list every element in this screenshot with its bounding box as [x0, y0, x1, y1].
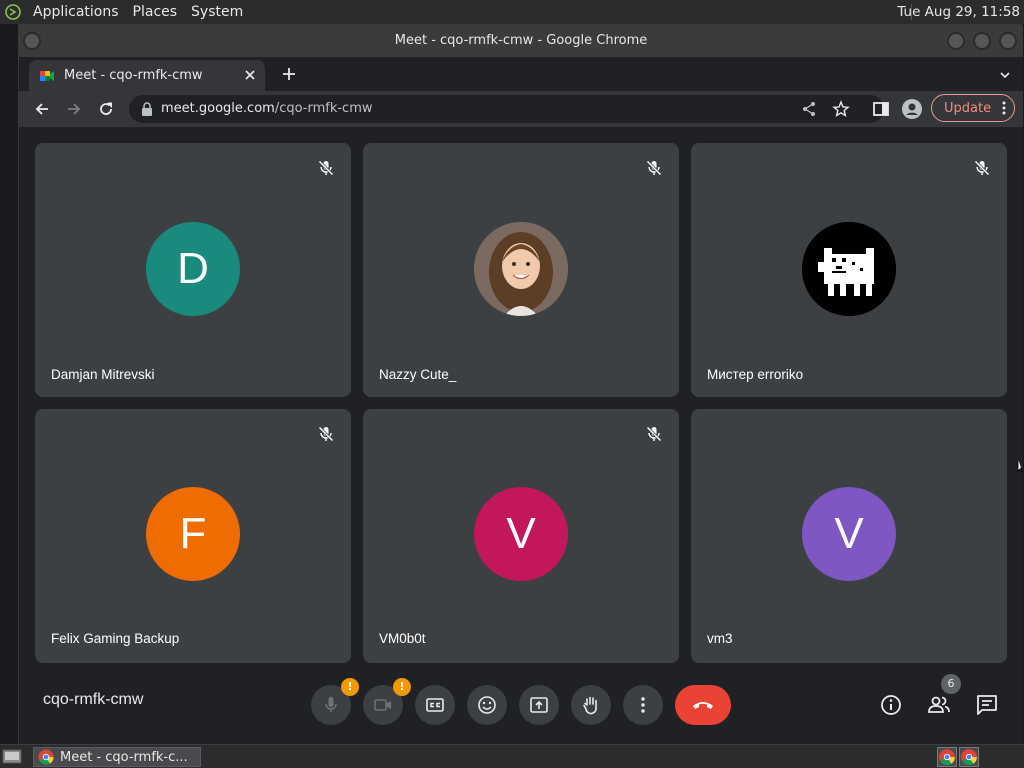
- workspace-2-chrome-icon[interactable]: [959, 747, 979, 767]
- url-path: /cqo-rmfk-cmw: [274, 101, 373, 116]
- distro-logo-icon[interactable]: [0, 0, 26, 24]
- clock[interactable]: Tue Aug 29, 11:58: [897, 0, 1020, 24]
- meeting-code: cqo-rmfk-cmw: [43, 691, 144, 708]
- participant-count-badge: 6: [941, 674, 961, 694]
- camera-icon: [374, 699, 391, 711]
- mic-warning-badge: !: [341, 678, 359, 696]
- hang-up-icon: [693, 702, 713, 709]
- desktop-taskbar: Meet - cqo-rmfk-c...: [0, 744, 1024, 768]
- mic-off-icon: [645, 159, 663, 177]
- emoji-icon: [478, 696, 496, 714]
- mouse-pointer-icon: [1017, 458, 1024, 474]
- tab-strip: Meet - cqo-rmfk-cmw: [19, 57, 1023, 91]
- participant-tile[interactable]: V vm3: [691, 409, 1007, 663]
- captions-button[interactable]: [415, 685, 455, 725]
- camera-button[interactable]: !: [363, 678, 411, 725]
- avatar: F: [146, 487, 240, 581]
- participant-name: Damjan Mitrevski: [51, 367, 155, 382]
- reload-icon[interactable]: [97, 100, 115, 118]
- present-screen-icon: [530, 697, 548, 713]
- tab-meet[interactable]: Meet - cqo-rmfk-cmw: [29, 60, 265, 91]
- participant-name: Nazzy Cute_: [379, 367, 457, 382]
- meet-stage: D Damjan Mitrevski Nazzy Cute_ Мистер er…: [19, 127, 1023, 745]
- people-icon[interactable]: [927, 693, 951, 717]
- maximize-button[interactable]: [973, 32, 991, 50]
- menu-places[interactable]: Places: [126, 0, 185, 24]
- workspace-1-chrome-icon[interactable]: [937, 747, 957, 767]
- meet-favicon-icon: [39, 68, 55, 84]
- minimize-button[interactable]: [947, 32, 965, 50]
- participant-tile[interactable]: V VM0b0t: [363, 409, 679, 663]
- mic-off-icon: [317, 159, 335, 177]
- avatar-photo: [474, 222, 568, 316]
- menu-applications[interactable]: Applications: [26, 0, 126, 24]
- window-titlebar[interactable]: Meet - cqo-rmfk-cmw - Google Chrome: [19, 25, 1023, 57]
- show-desktop-icon[interactable]: [2, 748, 22, 766]
- taskbar-item-chrome[interactable]: Meet - cqo-rmfk-c...: [33, 747, 201, 767]
- raise-hand-button[interactable]: [571, 685, 611, 725]
- address-bar[interactable]: meet.google.com/cqo-rmfk-cmw: [129, 95, 884, 123]
- participant-tile[interactable]: Мистер erroriko: [691, 143, 1007, 397]
- mic-off-icon: [645, 425, 663, 443]
- participant-name: vm3: [707, 631, 733, 646]
- avatar: V: [474, 487, 568, 581]
- raise-hand-icon: [583, 696, 597, 715]
- tab-title: Meet - cqo-rmfk-cmw: [64, 68, 203, 83]
- chat-icon[interactable]: [975, 693, 999, 717]
- chrome-icon: [38, 749, 54, 765]
- avatar: D: [146, 222, 240, 316]
- participant-name: Мистер erroriko: [707, 367, 804, 382]
- menu-system[interactable]: System: [184, 0, 250, 24]
- browser-toolbar: meet.google.com/cqo-rmfk-cmw Update: [19, 91, 1023, 127]
- update-label: Update: [944, 100, 992, 116]
- url-text[interactable]: meet.google.com/cqo-rmfk-cmw: [161, 101, 373, 116]
- tab-search-chevron-icon[interactable]: [999, 69, 1011, 81]
- browser-window: Meet - cqo-rmfk-cmw - Google Chrome Meet…: [18, 24, 1023, 745]
- url-host: meet.google.com: [161, 101, 275, 116]
- lock-icon[interactable]: [141, 102, 153, 116]
- avatar: V: [802, 487, 896, 581]
- side-panel-icon[interactable]: [872, 100, 890, 118]
- desktop-background-left: [0, 24, 18, 744]
- mic-off-icon: [973, 159, 991, 177]
- participant-tile[interactable]: Nazzy Cute_: [363, 143, 679, 397]
- close-window-button[interactable]: [999, 32, 1017, 50]
- more-options-button[interactable]: [623, 685, 663, 725]
- taskbar-item-label: Meet - cqo-rmfk-c...: [60, 749, 188, 765]
- microphone-button[interactable]: !: [311, 678, 359, 725]
- closed-captions-icon: [426, 698, 444, 712]
- participant-tile[interactable]: F Felix Gaming Backup: [35, 409, 351, 663]
- reactions-button[interactable]: [467, 685, 507, 725]
- share-icon[interactable]: [800, 100, 818, 118]
- new-tab-icon[interactable]: [281, 66, 297, 82]
- forward-arrow-icon[interactable]: [65, 100, 83, 118]
- desktop-top-panel: Applications Places System Tue Aug 29, 1…: [0, 0, 1024, 24]
- participant-name: Felix Gaming Backup: [51, 631, 180, 646]
- window-title: Meet - cqo-rmfk-cmw - Google Chrome: [394, 33, 648, 48]
- present-screen-button[interactable]: [519, 685, 559, 725]
- microphone-icon: [325, 697, 337, 712]
- meet-control-bar: cqo-rmfk-cmw ! ! 6: [19, 667, 1023, 745]
- kebab-menu-icon[interactable]: [1002, 101, 1006, 115]
- leave-call-button[interactable]: [675, 685, 731, 725]
- avatar-pixel-dog: [802, 222, 896, 316]
- participant-tile[interactable]: D Damjan Mitrevski: [35, 143, 351, 397]
- mic-off-icon: [317, 425, 335, 443]
- bookmark-star-icon[interactable]: [832, 100, 850, 118]
- back-arrow-icon[interactable]: [33, 100, 51, 118]
- update-button[interactable]: Update: [931, 94, 1015, 122]
- camera-warning-badge: !: [393, 678, 411, 696]
- kebab-menu-icon: [641, 697, 645, 713]
- close-tab-icon[interactable]: [243, 68, 257, 82]
- participant-name: VM0b0t: [379, 631, 426, 646]
- profile-avatar-icon[interactable]: [902, 99, 922, 119]
- meeting-info-icon[interactable]: [879, 693, 903, 717]
